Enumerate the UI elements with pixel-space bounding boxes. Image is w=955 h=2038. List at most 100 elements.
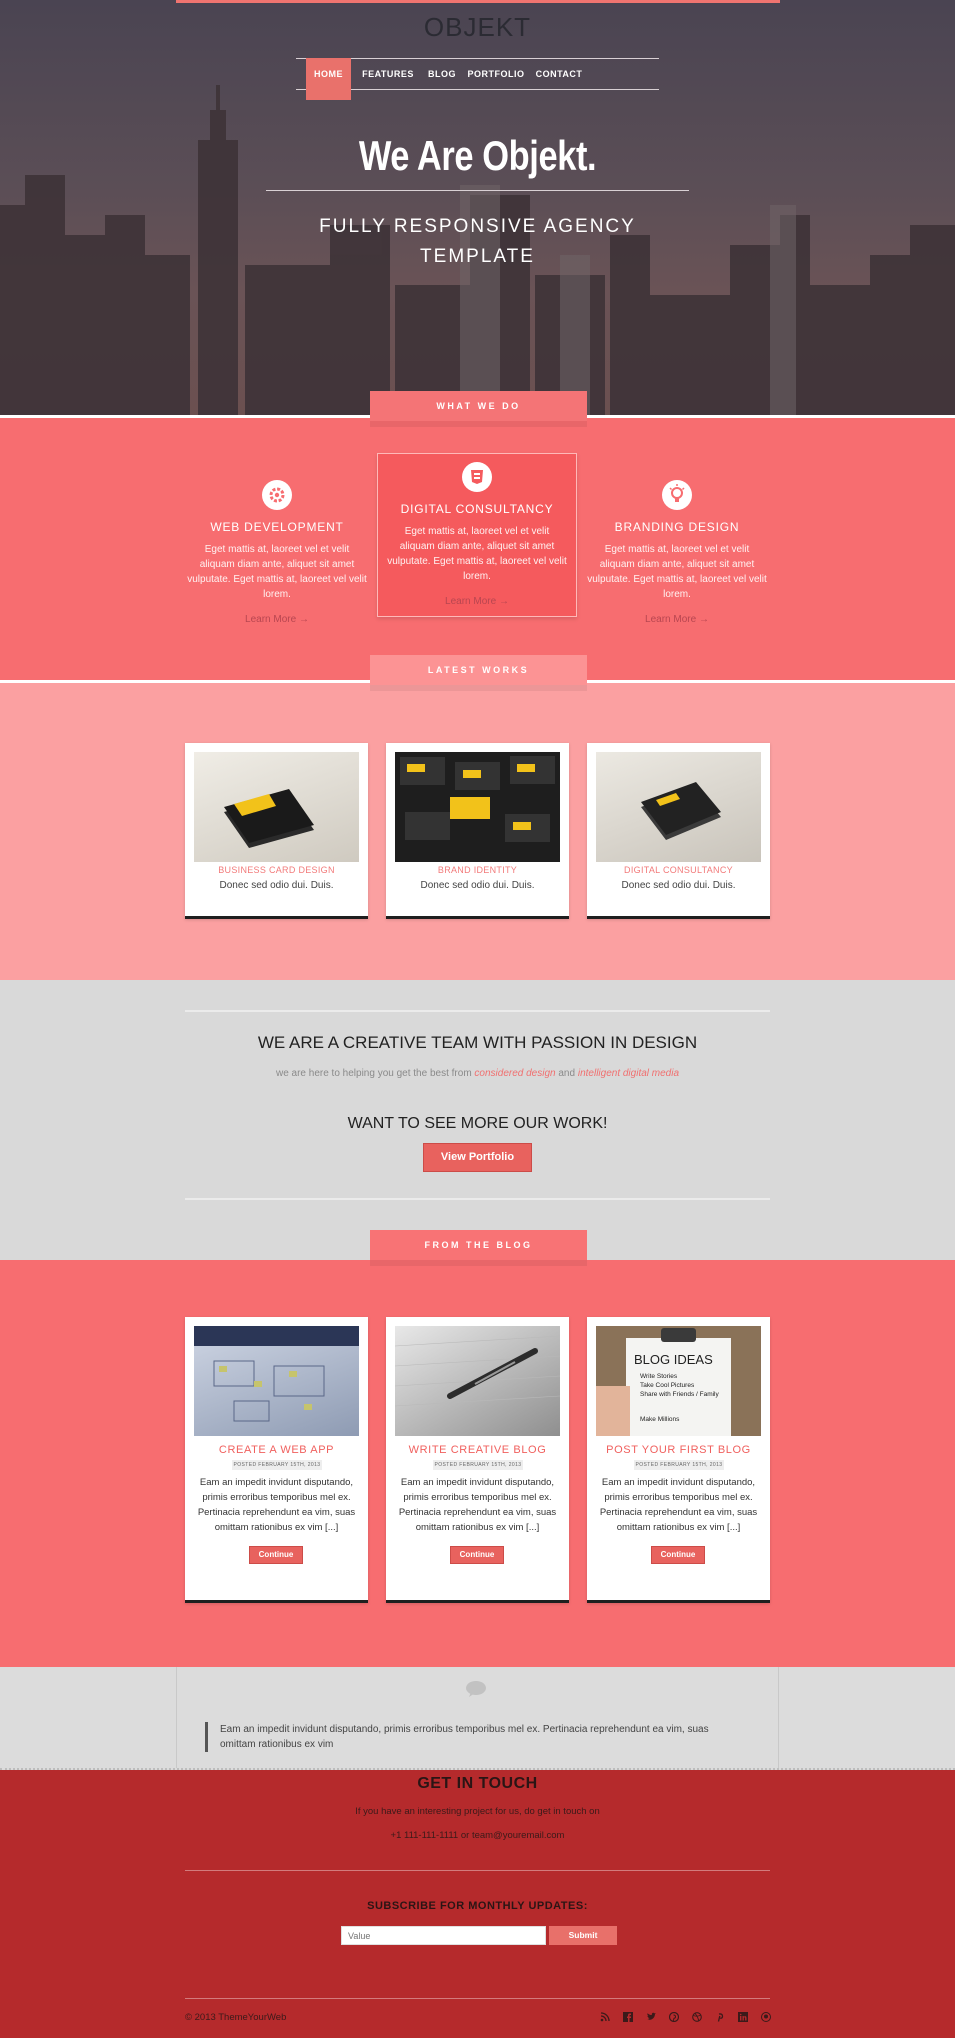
blog-post-title[interactable]: WRITE CREATIVE BLOG: [386, 1444, 569, 1456]
main-nav: HOME FEATURES BLOG PORTFOLIO CONTACT: [296, 58, 659, 100]
nav-portfolio[interactable]: PORTFOLIO: [466, 58, 526, 100]
github-icon[interactable]: [760, 2012, 772, 2024]
blog-post-excerpt: Eam an impedit invidunt disputando, prim…: [197, 1477, 356, 1533]
blog-post-card: WRITE CREATIVE BLOG POSTED FEBRUARY 15TH…: [386, 1317, 569, 1603]
section-heading-latest-works: LATEST WORKS: [370, 655, 587, 691]
html5-icon: [462, 462, 492, 492]
work-card[interactable]: BRAND IDENTITY Donec sed odio dui. Duis.: [386, 743, 569, 919]
divider: [185, 1998, 770, 1999]
hero-subtitle-line-1: FULLY RESPONSIVE AGENCY: [319, 216, 636, 237]
team-subtitle-and: and: [555, 1068, 578, 1079]
top-accent-bar: [176, 0, 780, 3]
blog-ideas-clipboard-photo: BLOG IDEAS Write Stories Take Cool Picture…: [596, 1326, 761, 1436]
continue-button[interactable]: Continue: [651, 1546, 705, 1564]
get-in-touch-title: GET IN TOUCH: [417, 1775, 538, 1792]
blog-post-date: POSTED FEBRUARY 15TH, 2013: [433, 1460, 523, 1470]
footer: GET IN TOUCH If you have an interesting …: [0, 1770, 955, 2038]
site-logo[interactable]: OBJEKT: [0, 12, 955, 43]
clipboard-item: Make Millions: [640, 1416, 680, 1423]
creative-team-section: WE ARE A CREATIVE TEAM WITH PASSION IN D…: [0, 980, 955, 1260]
blog-post-title[interactable]: POST YOUR FIRST BLOG: [587, 1444, 770, 1456]
section-heading-what-we-do: WHAT WE DO: [370, 391, 587, 427]
subscribe-email-input[interactable]: [341, 1926, 546, 1945]
twitter-icon[interactable]: [645, 2012, 657, 2024]
get-in-touch-text: If you have an interesting project for u…: [355, 1806, 600, 1817]
clipboard-item: Write Stories: [640, 1373, 678, 1380]
what-we-do-section: WEB DEVELOPMENT Eget mattis at, laoreet …: [0, 415, 955, 680]
work-subtitle: Donec sed odio dui. Duis.: [621, 880, 736, 891]
service-branding-design: BRANDING DESIGN Eget mattis at, laoreet …: [587, 480, 767, 625]
section-heading-from-the-blog: FROM THE BLOG: [370, 1230, 587, 1266]
copyright: © 2013 ThemeYourWeb: [185, 2012, 287, 2023]
web-app-sketch-photo: [194, 1326, 359, 1436]
work-card[interactable]: DIGITAL CONSULTANCY Donec sed odio dui. …: [587, 743, 770, 919]
blog-post-excerpt: Eam an impedit invidunt disputando, prim…: [398, 1477, 557, 1533]
highlight-digital-media: intelligent digital media: [577, 1068, 680, 1079]
subscribe-title: SUBSCRIBE FOR MONTHLY UPDATES:: [367, 1900, 588, 1912]
facebook-icon[interactable]: [622, 2012, 634, 2024]
service-text: Eget mattis at, laoreet vel et velit ali…: [187, 544, 367, 600]
learn-more-link[interactable]: Learn More →: [587, 614, 767, 625]
blog-post-card: CREATE A WEB APP POSTED FEBRUARY 15TH, 2…: [185, 1317, 368, 1603]
nav-features[interactable]: FEATURES: [358, 58, 418, 100]
latest-works-section: BUSINESS CARD DESIGN Donec sed odio dui.…: [0, 680, 955, 980]
divider: [185, 1010, 770, 1012]
clipboard-item: Take Cool Pictures: [640, 1382, 695, 1389]
digital-consultancy-photo: [596, 752, 761, 862]
subscribe-submit-button[interactable]: Submit: [549, 1926, 617, 1945]
view-portfolio-button[interactable]: View Portfolio: [423, 1143, 532, 1172]
hero-subtitle: FULLY RESPONSIVE AGENCY TEMPLATE: [0, 212, 955, 272]
service-title: BRANDING DESIGN: [614, 520, 740, 534]
team-subtitle: we are here to helping you get the best …: [0, 1068, 955, 1079]
blog-post-title[interactable]: CREATE A WEB APP: [185, 1444, 368, 1456]
testimonial-quote: Eam an impedit invidunt disputando, prim…: [205, 1722, 745, 1752]
team-title: WE ARE A CREATIVE TEAM WITH PASSION IN D…: [257, 1033, 698, 1052]
work-subtitle: Donec sed odio dui. Duis.: [420, 880, 535, 891]
service-text: Eget mattis at, laoreet vel et velit ali…: [387, 526, 567, 582]
service-title: DIGITAL CONSULTANCY: [400, 502, 554, 516]
rss-icon[interactable]: [599, 2012, 611, 2024]
brand-identity-photo: [395, 752, 560, 862]
contact-info[interactable]: +1 111-111-1111 or team@youremail.com: [0, 1830, 955, 1841]
work-title[interactable]: BUSINESS CARD DESIGN: [185, 865, 368, 875]
continue-button[interactable]: Continue: [450, 1546, 504, 1564]
learn-more-link[interactable]: Learn More →: [187, 614, 367, 625]
service-title: WEB DEVELOPMENT: [210, 520, 344, 534]
work-card[interactable]: BUSINESS CARD DESIGN Donec sed odio dui.…: [185, 743, 368, 919]
dribbble-icon[interactable]: [691, 2012, 703, 2024]
nav-home[interactable]: HOME: [306, 58, 351, 100]
page: OBJEKT HOME FEATURES BLOG PORTFOLIO CONT…: [0, 0, 955, 2038]
hero-divider: [266, 190, 689, 191]
continue-button[interactable]: Continue: [249, 1546, 303, 1564]
work-title[interactable]: DIGITAL CONSULTANCY: [587, 865, 770, 875]
service-text: Eget mattis at, laoreet vel et velit ali…: [587, 544, 767, 600]
testimonial-section: Eam an impedit invidunt disputando, prim…: [0, 1667, 955, 1770]
service-digital-consultancy: DIGITAL CONSULTANCY Eget mattis at, laor…: [387, 462, 567, 607]
nav-contact[interactable]: CONTACT: [533, 58, 585, 100]
linkedin-icon[interactable]: [737, 2012, 749, 2024]
work-subtitle: Donec sed odio dui. Duis.: [219, 880, 334, 891]
pinterest-icon[interactable]: [668, 2011, 680, 2024]
lightbulb-icon: [662, 480, 692, 510]
cta-heading: WANT TO SEE MORE OUR WORK!: [347, 1115, 608, 1132]
speech-bubble-icon: [465, 1681, 487, 1697]
learn-more-link[interactable]: Learn More →: [387, 596, 567, 607]
service-web-development: WEB DEVELOPMENT Eget mattis at, laoreet …: [187, 480, 367, 625]
pinterest-p-icon[interactable]: [714, 2012, 726, 2024]
clipboard-item: Share with Friends / Family: [640, 1391, 719, 1398]
blog-section: CREATE A WEB APP POSTED FEBRUARY 15TH, 2…: [0, 1260, 955, 1667]
clipboard-heading: BLOG IDEAS: [634, 1352, 713, 1367]
divider: [185, 1870, 770, 1871]
blog-post-date: POSTED FEBRUARY 15TH, 2013: [634, 1460, 724, 1470]
blog-post-excerpt: Eam an impedit invidunt disputando, prim…: [599, 1477, 758, 1533]
divider: [185, 1198, 770, 1200]
highlight-considered-design: considered design: [474, 1068, 556, 1079]
business-card-photo: [194, 752, 359, 862]
hero-subtitle-line-2: TEMPLATE: [420, 246, 535, 267]
blog-post-date: POSTED FEBRUARY 15TH, 2013: [232, 1460, 322, 1470]
blog-post-card: BLOG IDEAS Write Stories Take Cool Picture…: [587, 1317, 770, 1603]
work-title[interactable]: BRAND IDENTITY: [386, 865, 569, 875]
nav-blog[interactable]: BLOG: [426, 58, 458, 100]
pen-notebook-photo: [395, 1326, 560, 1436]
team-subtitle-text: we are here to helping you get the best …: [275, 1068, 475, 1079]
